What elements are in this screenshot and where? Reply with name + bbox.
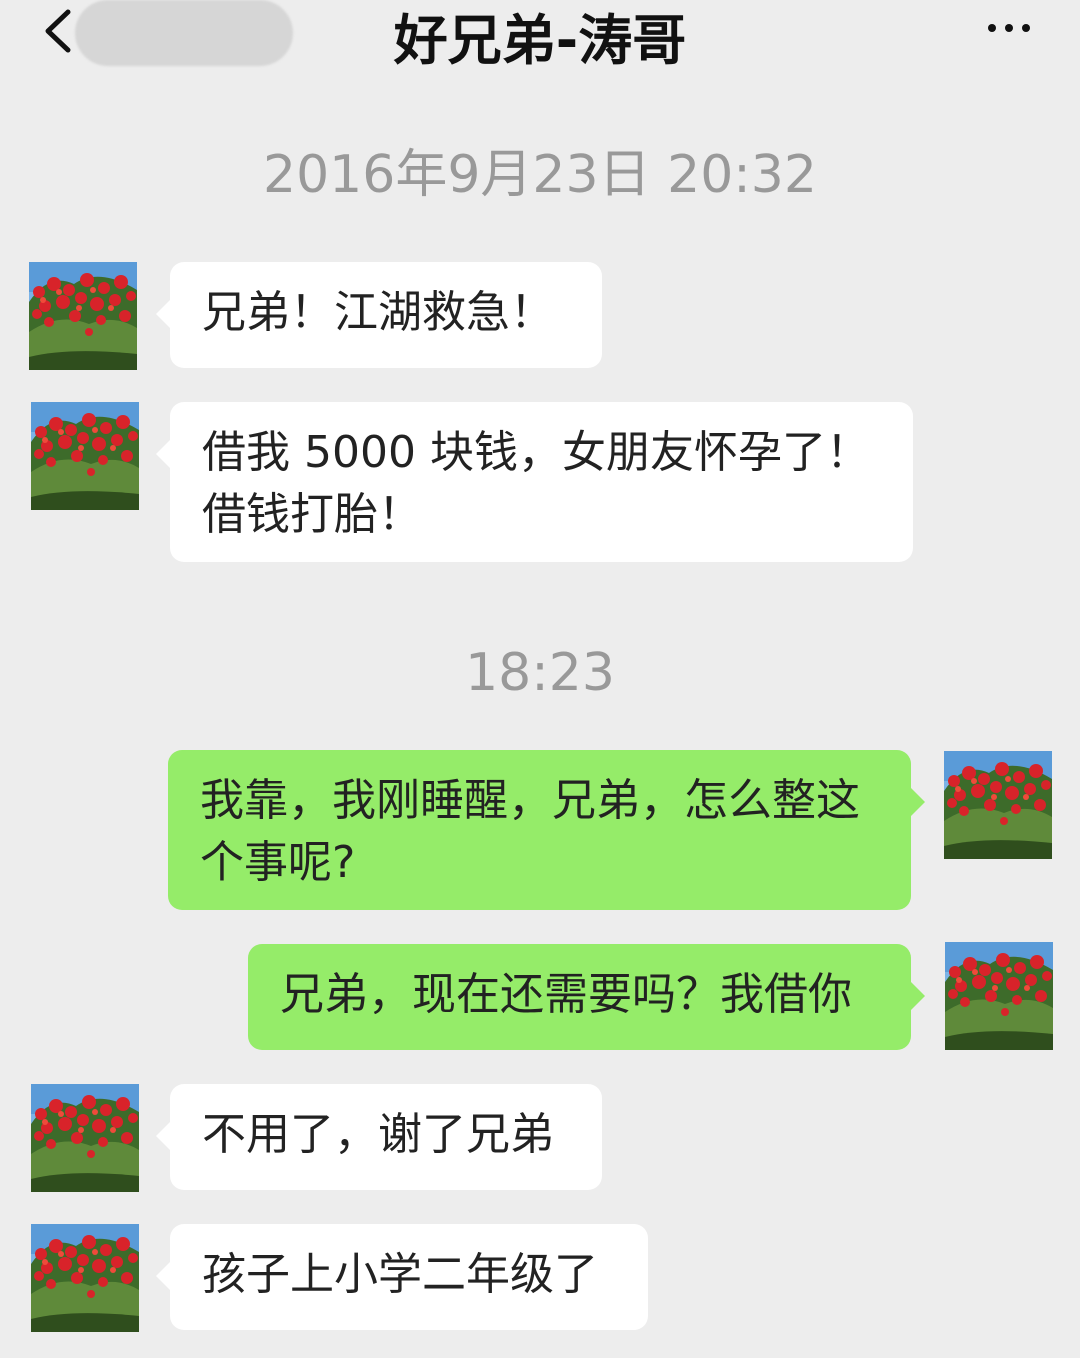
- message-bubble-incoming[interactable]: 孩子上小学二年级了: [156, 1224, 648, 1330]
- message-bubble-incoming[interactable]: 兄弟！江湖救急！: [156, 262, 602, 368]
- message-text: 借我 5000 块钱，女朋友怀孕了！: [202, 427, 870, 478]
- message-bubble-incoming[interactable]: 不用了，谢了兄弟: [156, 1084, 602, 1190]
- self-avatar[interactable]: [944, 751, 1052, 859]
- chat-header: 好兄弟-涛哥: [0, 0, 1080, 72]
- message-text: 孩子上小学二年级了: [202, 1249, 598, 1300]
- message-text: 不用了，谢了兄弟: [202, 1109, 554, 1160]
- message-bubble-incoming[interactable]: 借我 5000 块钱，女朋友怀孕了！ 借钱打胎！: [156, 402, 913, 562]
- message-bubble-outgoing[interactable]: 我靠，我刚睡醒，兄弟，怎么整这 个事呢?: [168, 750, 925, 910]
- message-text: 兄弟！江湖救急！: [202, 287, 554, 338]
- timestamp-first: 2016年9月23日 20:32: [263, 145, 817, 205]
- self-avatar[interactable]: [945, 942, 1053, 1050]
- message-bubble-outgoing[interactable]: 兄弟，现在还需要吗？我借你: [248, 944, 925, 1050]
- contact-avatar[interactable]: [31, 402, 139, 510]
- chat-title: 好兄弟-涛哥: [393, 9, 687, 72]
- contact-avatar[interactable]: [31, 1224, 139, 1332]
- timestamp-second: 18:23: [465, 643, 615, 703]
- more-dots-icon[interactable]: [988, 24, 1030, 32]
- contact-avatar[interactable]: [31, 1084, 139, 1192]
- message-text: 兄弟，现在还需要吗？我借你: [280, 969, 852, 1020]
- contact-avatar[interactable]: [29, 262, 137, 370]
- message-text: 我靠，我刚睡醒，兄弟，怎么整这: [200, 775, 860, 826]
- message-text: 借钱打胎！: [202, 489, 422, 540]
- message-text: 个事呢?: [200, 837, 356, 888]
